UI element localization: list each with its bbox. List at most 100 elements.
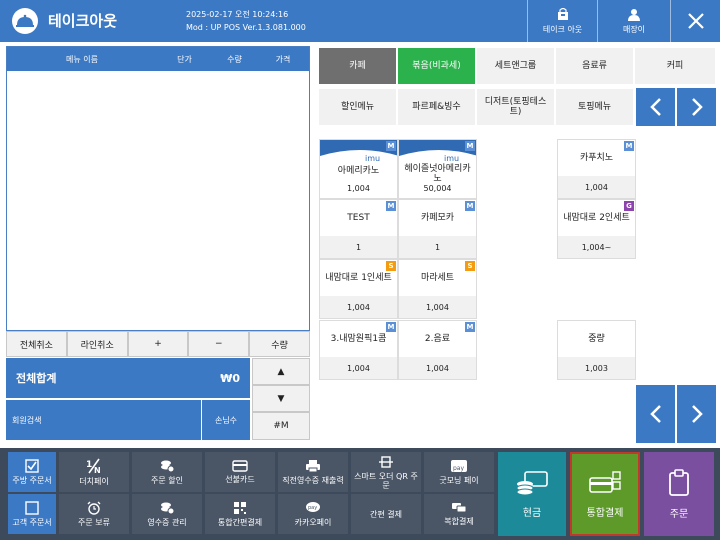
dutch-pay-button[interactable]: 1N 더치페이 — [59, 452, 129, 492]
staff-button[interactable]: 매장이 — [597, 0, 670, 42]
item-price: 1,003 — [558, 357, 635, 379]
item-price: 1,004~ — [558, 236, 635, 258]
cancel-all-button[interactable]: 전체취소 — [6, 331, 67, 357]
menu-next-button[interactable] — [677, 385, 716, 443]
category-parfait[interactable]: 파르페&빙수 — [397, 88, 476, 126]
easy-pay-button[interactable]: 간편 결제 — [351, 494, 421, 534]
receipt-management-button[interactable]: 영수증 관리 — [132, 494, 202, 534]
member-bar: 회원검색 손님수 — [6, 400, 250, 440]
kitchen-order-button[interactable]: 주방 주문서 — [8, 452, 56, 492]
integrated-payment-button[interactable]: 통합결제 — [570, 452, 640, 536]
category-next-button[interactable] — [677, 88, 716, 126]
item-name: 3.내맘원픽1콤 — [330, 333, 387, 344]
category-coffee[interactable]: 커피 — [634, 47, 716, 85]
menu-item-cappuccino[interactable]: M 카푸치노 1,004 — [557, 139, 636, 199]
menu-item-weight[interactable]: 중량 1,003 — [557, 320, 636, 380]
qr-scan-icon — [379, 455, 393, 468]
smart-order-qr-button[interactable]: 스마트 오더 QR 주문 — [351, 452, 421, 492]
menu-item-2p-set[interactable]: G 내맘대로 2인세트 1,004~ — [557, 199, 636, 259]
menu-item-mala-set[interactable]: S 마라세트 1,004 — [398, 259, 477, 319]
category-dessert[interactable]: 디저트(토핑테스트) — [476, 88, 555, 126]
item-price: 1,004 — [399, 357, 476, 379]
member-search-button[interactable]: 회원검색 — [6, 400, 202, 440]
category-beverages[interactable]: 음료류 — [555, 47, 634, 85]
order-button[interactable]: 주문 — [644, 452, 714, 536]
split-payment-button[interactable]: 복합결제 — [424, 494, 494, 534]
version: Mod : UP POS Ver.1.3.081.000 — [186, 23, 306, 32]
chevron-right-icon — [691, 405, 703, 423]
plus-button[interactable]: + — [127, 331, 189, 357]
svg-text:N: N — [94, 466, 101, 474]
prepaid-card-button[interactable]: 선불카드 — [205, 452, 275, 492]
item-price: 1,004 — [399, 296, 476, 318]
order-actions: 전체취소 라인취소 + − 수량 — [6, 331, 310, 357]
card-terminal-icon — [589, 470, 621, 493]
category-prev-button[interactable] — [636, 88, 675, 126]
menu-item-test[interactable]: M TEST 1 — [319, 199, 398, 259]
col-price: 가격 — [275, 54, 291, 64]
coins-icon — [161, 460, 174, 473]
category-stirfry[interactable]: 볶음(비과세) — [397, 47, 476, 85]
takeout-button[interactable]: 테이크 아웃 — [527, 0, 597, 42]
minus-button[interactable]: − — [188, 331, 250, 357]
svg-text:imu: imu — [365, 154, 380, 162]
clipboard-icon — [669, 468, 689, 496]
guests-button[interactable]: 손님수 — [202, 400, 250, 440]
checkbox-checked-icon — [25, 459, 39, 473]
menu-item-hazelnut-americano[interactable]: imu M 헤이즐넛아메리카노 50,004 — [398, 139, 477, 199]
cancel-line-button[interactable]: 라인취소 — [66, 331, 128, 357]
category-set-group[interactable]: 세트앤그룹 — [476, 47, 555, 85]
qty-up-button[interactable]: ▲ — [252, 358, 310, 385]
svg-text:imu: imu — [444, 154, 459, 162]
total-bar: 전체합계 ₩0 — [6, 358, 250, 398]
datetime: 2025-02-17 오전 10:24:16 — [186, 10, 289, 19]
qty-down-button[interactable]: ▼ — [252, 385, 310, 412]
item-price: 1,004 — [320, 182, 397, 194]
item-price: 50,004 — [399, 182, 476, 194]
table-button[interactable]: #M — [252, 412, 310, 440]
receipt-icon — [161, 502, 174, 515]
col-unit-price: 단가 — [177, 54, 192, 64]
order-list[interactable]: 메뉴 이름 단가 수량 가격 — [6, 46, 310, 331]
svg-text:pay: pay — [308, 505, 317, 511]
menu-item-onepick[interactable]: M 3.내맘원픽1콤 1,004 — [319, 320, 398, 380]
reprint-receipt-button[interactable]: 직전영수증 재출력 — [278, 452, 348, 492]
printer-icon — [306, 460, 320, 473]
card-icon — [232, 460, 248, 472]
integrated-easy-pay-button[interactable]: 통합간편결제 — [205, 494, 275, 534]
chevron-left-icon — [649, 98, 661, 116]
goodmorning-pay-button[interactable]: pay 굿모닝 페이 — [424, 452, 494, 492]
svg-text:pay: pay — [453, 465, 464, 472]
menu-item-americano[interactable]: imu M 아메리카노 1,004 — [319, 139, 398, 199]
qty-controls: ▲ ▼ #M — [252, 358, 310, 440]
kakaopay-icon: pay — [306, 502, 320, 512]
item-name: 내맘대로 2인세트 — [563, 212, 630, 223]
item-name: 마라세트 — [420, 272, 455, 283]
menu-prev-button[interactable] — [636, 385, 675, 443]
item-price: 1,004 — [320, 296, 397, 318]
item-name: 2.음료 — [424, 333, 451, 344]
kakao-pay-button[interactable]: pay 카카오페이 — [278, 494, 348, 534]
category-topping[interactable]: 토핑메뉴 — [555, 88, 634, 126]
close-button[interactable] — [670, 0, 720, 42]
badge-m: M — [386, 141, 396, 151]
menu-item-cafe-mocha[interactable]: M 카페모카 1 — [398, 199, 477, 259]
customer-order-button[interactable]: 고객 주문서 — [8, 494, 56, 534]
quantity-button[interactable]: 수량 — [249, 331, 310, 357]
menu-item-1p-set[interactable]: S 내맘대로 1인세트 1,004 — [319, 259, 398, 319]
cash-button[interactable]: 현금 — [498, 452, 566, 536]
menu-item-drink[interactable]: M 2.음료 1,004 — [398, 320, 477, 380]
hold-order-button[interactable]: 주문 보류 — [59, 494, 129, 534]
category-discount[interactable]: 할인메뉴 — [318, 88, 397, 126]
cloche-icon — [12, 8, 38, 34]
item-name: 중량 — [588, 333, 605, 344]
pay-icon: pay — [451, 460, 467, 472]
split-icon: 1N — [86, 458, 101, 474]
order-list-header: 메뉴 이름 단가 수량 가격 — [7, 47, 309, 71]
chat-icon — [452, 503, 467, 513]
cash-coins-icon — [516, 470, 548, 495]
order-discount-button[interactable]: 주문 할인 — [132, 452, 202, 492]
category-cafe[interactable]: 카페 — [318, 47, 397, 85]
badge-m: M — [465, 141, 475, 151]
item-price: 1,004 — [558, 176, 635, 198]
